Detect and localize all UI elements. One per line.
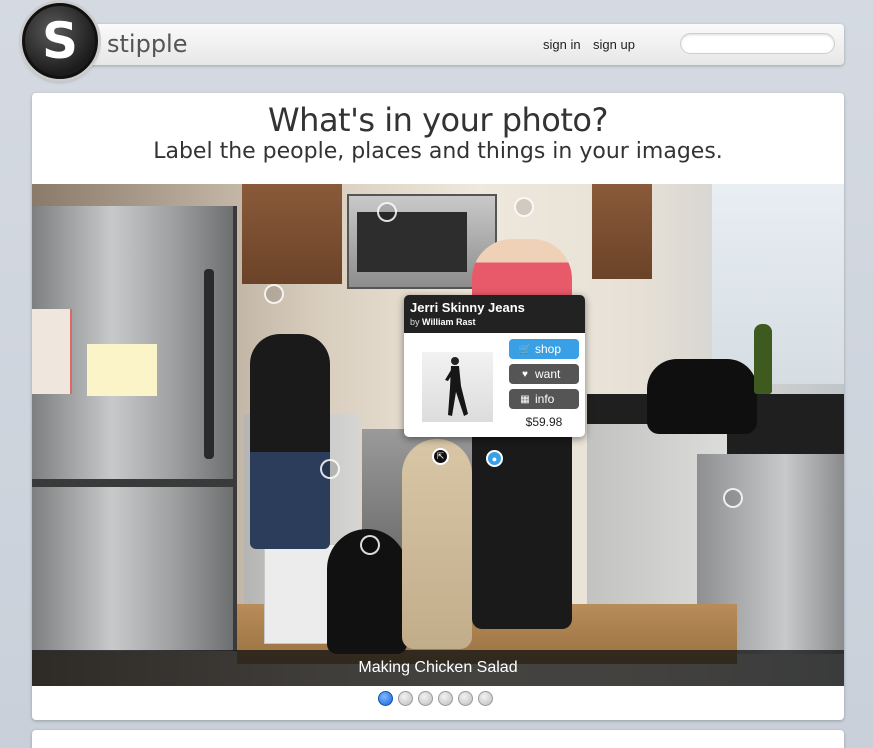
logo-letter: S [41,12,78,70]
tan-dog [402,439,472,649]
photo-tag-microwave[interactable] [377,202,397,222]
boy-figure [250,334,330,549]
cart-icon: 🛒 [518,343,532,355]
kitchen-photo[interactable]: ⇱ ● Jerri Skinny Jeans by William Rast 🛒 [32,184,844,686]
brand-name[interactable]: stipple [107,30,187,58]
photo-tag-boy[interactable] [264,284,284,304]
microwave-window [357,212,467,272]
product-popup[interactable]: Jerri Skinny Jeans by William Rast 🛒 sho… [404,295,585,437]
pager-dot-5[interactable] [458,691,473,706]
info-button[interactable]: ▦ info [509,389,579,409]
want-label: want [535,367,561,381]
upper-cabinets-right [592,184,652,279]
pager-dot-2[interactable] [398,691,413,706]
photo-tag-black-dog[interactable] [360,535,380,555]
fridge-paper [32,309,72,394]
sign-up-link[interactable]: sign up [593,37,635,52]
fridge-note [87,344,157,396]
photo-tag-cabinet[interactable] [320,459,340,479]
info-label: info [535,392,555,406]
header-bar: stipple sign in sign up [60,24,844,65]
handbag [647,359,757,434]
byline-prefix: by [410,317,420,327]
info-grid-icon: ▦ [520,393,530,405]
popup-header: Jerri Skinny Jeans by William Rast [404,295,585,333]
fridge-handle [204,269,214,459]
window [712,184,844,384]
shop-label: shop [535,342,562,356]
sign-in-link[interactable]: sign in [543,37,581,52]
want-button[interactable]: ♥ want [509,364,579,384]
stipple-logo[interactable]: S [22,3,98,79]
photo-tag-dishwasher[interactable] [723,488,743,508]
product-price: $59.98 [525,415,563,429]
hero-headline: What's in your photo? [268,101,608,139]
price-tag-icon[interactable]: ● [486,450,503,467]
hero-subheadline: Label the people, places and things in y… [153,139,723,164]
fridge-divider [32,479,237,487]
product-brand[interactable]: William Rast [422,317,475,327]
secondary-card [32,730,844,748]
wine-bottle [754,324,772,394]
pager-dot-6[interactable] [478,691,493,706]
shop-button[interactable]: 🛒 shop [509,339,579,359]
product-thumbnail[interactable] [422,352,493,422]
search-input[interactable] [680,33,835,54]
product-title[interactable]: Jerri Skinny Jeans [410,300,579,315]
heart-icon: ♥ [522,368,528,380]
photo-tag-woman[interactable] [514,197,534,217]
share-icon[interactable]: ⇱ [432,448,449,465]
hero-card: What's in your photo? Label the people, … [32,93,844,720]
pager-dot-1[interactable] [378,691,393,706]
slideshow-pager [378,691,493,709]
upper-cabinets [242,184,342,284]
photo-caption: Making Chicken Salad [32,650,844,686]
pager-dot-3[interactable] [418,691,433,706]
product-byline: by William Rast [410,317,579,327]
pager-dot-4[interactable] [438,691,453,706]
